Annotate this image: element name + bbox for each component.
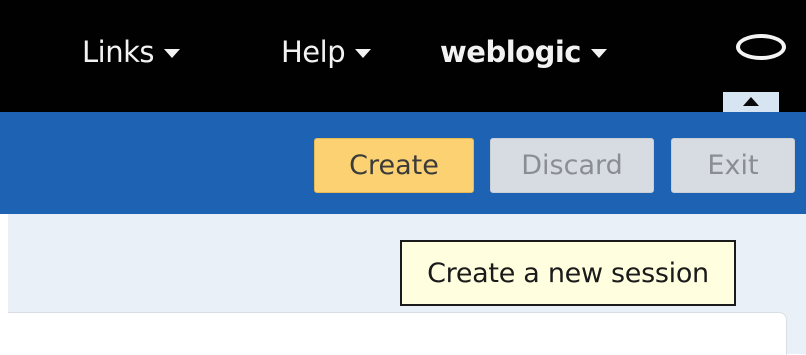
create-button[interactable]: Create <box>314 138 474 193</box>
user-menu-label: weblogic <box>440 35 581 69</box>
up-arrow-icon <box>743 97 759 106</box>
create-tooltip: Create a new session <box>400 240 736 306</box>
caret-down-icon <box>590 48 607 58</box>
help-menu[interactable]: Help <box>281 28 372 76</box>
links-menu-label: Links <box>82 35 155 69</box>
user-menu[interactable]: weblogic <box>440 28 607 76</box>
create-button-label: Create <box>349 150 439 181</box>
tooltip-text: Create a new session <box>427 257 709 289</box>
exit-button-label: Exit <box>707 150 759 181</box>
help-menu-label: Help <box>281 35 346 69</box>
caret-down-icon <box>164 48 180 58</box>
oval-icon <box>736 34 786 60</box>
collapse-header-button[interactable] <box>723 92 779 112</box>
links-menu[interactable]: Links <box>82 28 180 76</box>
caret-down-icon <box>355 48 372 58</box>
exit-button[interactable]: Exit <box>671 138 795 193</box>
change-center-toolbar: Create Discard Exit <box>0 112 806 214</box>
top-nav-bar: Links Help weblogic <box>0 0 806 112</box>
discard-button[interactable]: Discard <box>490 138 654 193</box>
content-card <box>8 312 787 355</box>
discard-button-label: Discard <box>521 150 623 181</box>
